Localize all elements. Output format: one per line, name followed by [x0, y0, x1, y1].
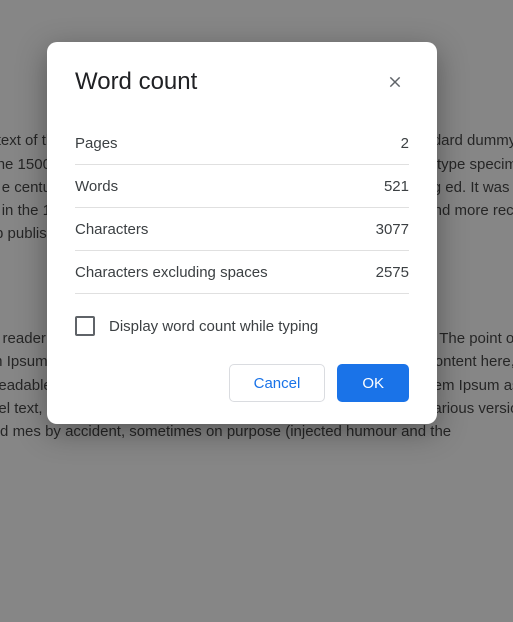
dialog-title: Word count	[75, 68, 197, 96]
cancel-button[interactable]: Cancel	[229, 364, 326, 402]
stat-row-characters-no-spaces: Characters excluding spaces 2575	[75, 251, 409, 294]
display-while-typing-label: Display word count while typing	[109, 318, 318, 335]
stat-label: Characters	[75, 221, 148, 238]
stat-value: 2575	[376, 264, 409, 281]
stat-label: Characters excluding spaces	[75, 264, 268, 281]
display-while-typing-row: Display word count while typing	[75, 316, 409, 336]
word-count-dialog: Word count Pages 2 Words 521 Characters …	[47, 42, 437, 424]
stat-label: Words	[75, 178, 118, 195]
ok-button[interactable]: OK	[337, 364, 409, 402]
close-icon	[387, 74, 403, 90]
display-while-typing-checkbox[interactable]	[75, 316, 95, 336]
close-button[interactable]	[381, 68, 409, 96]
stat-row-characters: Characters 3077	[75, 208, 409, 251]
stat-value: 521	[384, 178, 409, 195]
stat-row-pages: Pages 2	[75, 122, 409, 165]
stat-value: 3077	[376, 221, 409, 238]
stat-value: 2	[401, 135, 409, 152]
stat-label: Pages	[75, 135, 118, 152]
stat-row-words: Words 521	[75, 165, 409, 208]
